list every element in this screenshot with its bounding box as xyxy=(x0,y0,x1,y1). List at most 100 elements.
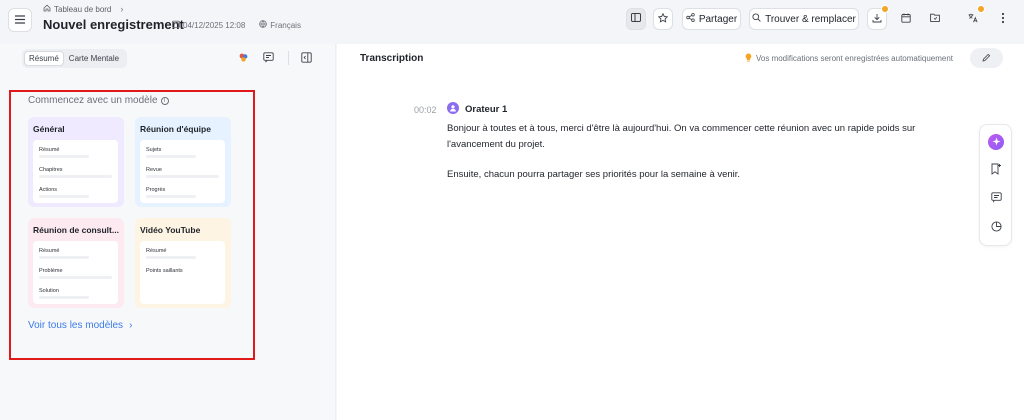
pencil-icon xyxy=(982,51,991,65)
collapse-panel-button[interactable] xyxy=(299,52,313,66)
translate-button[interactable] xyxy=(963,5,985,30)
template-preview: Résumé Chapitres Actions xyxy=(33,140,118,203)
template-section-label: Revue xyxy=(146,167,162,173)
chevron-right-icon: › xyxy=(120,4,124,14)
info-icon[interactable]: i xyxy=(160,96,169,105)
placeholder-bar xyxy=(146,256,196,259)
template-preview: Sujets Revue Progrès xyxy=(140,140,225,203)
ai-assistant-button[interactable] xyxy=(988,134,1004,150)
more-vertical-icon xyxy=(1001,12,1005,27)
comments-button[interactable] xyxy=(988,191,1004,207)
placeholder-bar xyxy=(146,175,219,178)
calendar-icon xyxy=(172,20,180,30)
transcription-panel: Transcription Vos modifications seront e… xyxy=(337,44,1024,420)
notification-badge xyxy=(881,5,889,13)
summary-panel: Résumé Carte Mentale Commencez avec un m… xyxy=(0,44,336,420)
templates-heading: Commencez avec un modèle i xyxy=(28,95,169,106)
download-icon xyxy=(872,13,882,26)
toolbar-divider xyxy=(288,51,289,65)
user-icon xyxy=(449,101,457,115)
template-card-title: Réunion de consult... xyxy=(33,225,119,235)
template-preview: Résumé Problème Solution xyxy=(33,241,118,304)
share-label: Partager xyxy=(698,13,738,25)
view-all-templates-label: Voir tous les modèles xyxy=(28,320,124,331)
search-icon xyxy=(752,13,761,25)
templates-heading-text: Commencez avec un modèle xyxy=(28,95,158,106)
find-replace-button[interactable]: Trouver & remplacer xyxy=(749,8,859,30)
transcript-paragraph[interactable]: Bonjour à toutes et à tous, merci d'être… xyxy=(447,121,927,153)
find-replace-label: Trouver & remplacer xyxy=(765,13,856,25)
template-preview: Résumé Points saillants xyxy=(140,241,225,304)
breadcrumb[interactable]: Tableau de bord › xyxy=(43,4,123,14)
template-section-label: Actions xyxy=(39,187,58,193)
template-section-label: Points saillants xyxy=(146,268,183,274)
home-icon xyxy=(43,4,51,14)
lightbulb-icon xyxy=(745,53,752,64)
view-tabs: Résumé Carte Mentale xyxy=(22,49,127,68)
template-card-team-meeting[interactable]: Réunion d'équipe Sujets Revue Progrès xyxy=(135,117,231,207)
app-integration-button[interactable] xyxy=(236,52,250,66)
template-section-label: Résumé xyxy=(39,248,60,254)
star-icon xyxy=(657,12,669,26)
share-icon xyxy=(686,13,695,25)
placeholder-bar xyxy=(39,296,89,299)
speaker-name[interactable]: Orateur 1 xyxy=(465,104,507,115)
analytics-button[interactable] xyxy=(988,220,1004,236)
template-section-label: Chapitres xyxy=(39,167,63,173)
placeholder-bar xyxy=(146,155,196,158)
template-section-label: Progrès xyxy=(146,187,166,193)
template-card-title: Général xyxy=(33,124,65,134)
template-section-label: Sujets xyxy=(146,147,162,153)
placeholder-bar xyxy=(39,256,89,259)
side-toolbar xyxy=(979,124,1012,246)
favorite-button[interactable] xyxy=(653,8,673,30)
comment-icon xyxy=(990,192,1002,206)
template-section-label: Solution xyxy=(39,288,59,294)
tab-summary[interactable]: Résumé xyxy=(24,51,64,66)
edit-transcript-button[interactable] xyxy=(970,48,1003,68)
placeholder-bar xyxy=(39,195,89,198)
sparkle-icon xyxy=(992,135,1001,149)
more-options-button[interactable] xyxy=(995,8,1011,30)
top-bar: Tableau de bord › Nouvel enregistrement … xyxy=(0,0,1024,40)
template-section-label: Problème xyxy=(39,268,63,274)
share-button[interactable]: Partager xyxy=(682,8,741,30)
view-all-templates-link[interactable]: Voir tous les modèles › xyxy=(28,320,132,331)
summary-style-button[interactable] xyxy=(261,52,275,66)
breadcrumb-dashboard-link[interactable]: Tableau de bord xyxy=(54,5,111,14)
notification-badge xyxy=(977,5,985,13)
folder-button[interactable] xyxy=(925,8,945,30)
transcript-paragraph[interactable]: Ensuite, chacun pourra partager ses prio… xyxy=(447,167,927,183)
toggle-panel-button[interactable] xyxy=(626,8,646,30)
globe-icon xyxy=(259,20,268,30)
tab-mind-map[interactable]: Carte Mentale xyxy=(65,51,123,66)
template-card-consultation[interactable]: Réunion de consult... Résumé Problème So… xyxy=(28,218,124,308)
recording-date: 04/12/2025 12:08 xyxy=(183,20,246,30)
template-card-title: Réunion d'équipe xyxy=(140,124,211,134)
template-card-general[interactable]: Général Résumé Chapitres Actions xyxy=(28,117,124,207)
chat-edit-icon xyxy=(262,52,274,66)
segment-timestamp[interactable]: 00:02 xyxy=(414,105,437,115)
page-title[interactable]: Nouvel enregistrement xyxy=(43,17,184,32)
template-section-label: Résumé xyxy=(39,147,60,153)
template-section-label: Résumé xyxy=(146,248,167,254)
language-selector[interactable]: Français xyxy=(270,21,301,30)
template-card-youtube[interactable]: Vidéo YouTube Résumé Points saillants xyxy=(135,218,231,308)
translate-icon xyxy=(968,13,978,26)
menu-button[interactable] xyxy=(8,8,32,32)
placeholder-bar xyxy=(39,175,112,178)
calendar-edit-icon xyxy=(901,13,911,26)
autosave-text: Vos modifications seront enregistrées au… xyxy=(756,54,953,63)
download-button[interactable] xyxy=(867,5,889,30)
hamburger-icon xyxy=(15,13,25,27)
chevron-right-icon: › xyxy=(129,320,133,331)
placeholder-bar xyxy=(146,195,196,198)
calendar-export-button[interactable] xyxy=(896,8,916,30)
recording-meta: 04/12/2025 12:08 Français xyxy=(172,20,301,30)
speaker-avatar xyxy=(447,102,459,114)
split-view-icon xyxy=(631,13,641,25)
panel-collapse-icon xyxy=(300,52,312,66)
bookmark-plus-icon xyxy=(991,163,1002,178)
add-bookmark-button[interactable] xyxy=(988,162,1004,178)
template-card-title: Vidéo YouTube xyxy=(140,225,201,235)
